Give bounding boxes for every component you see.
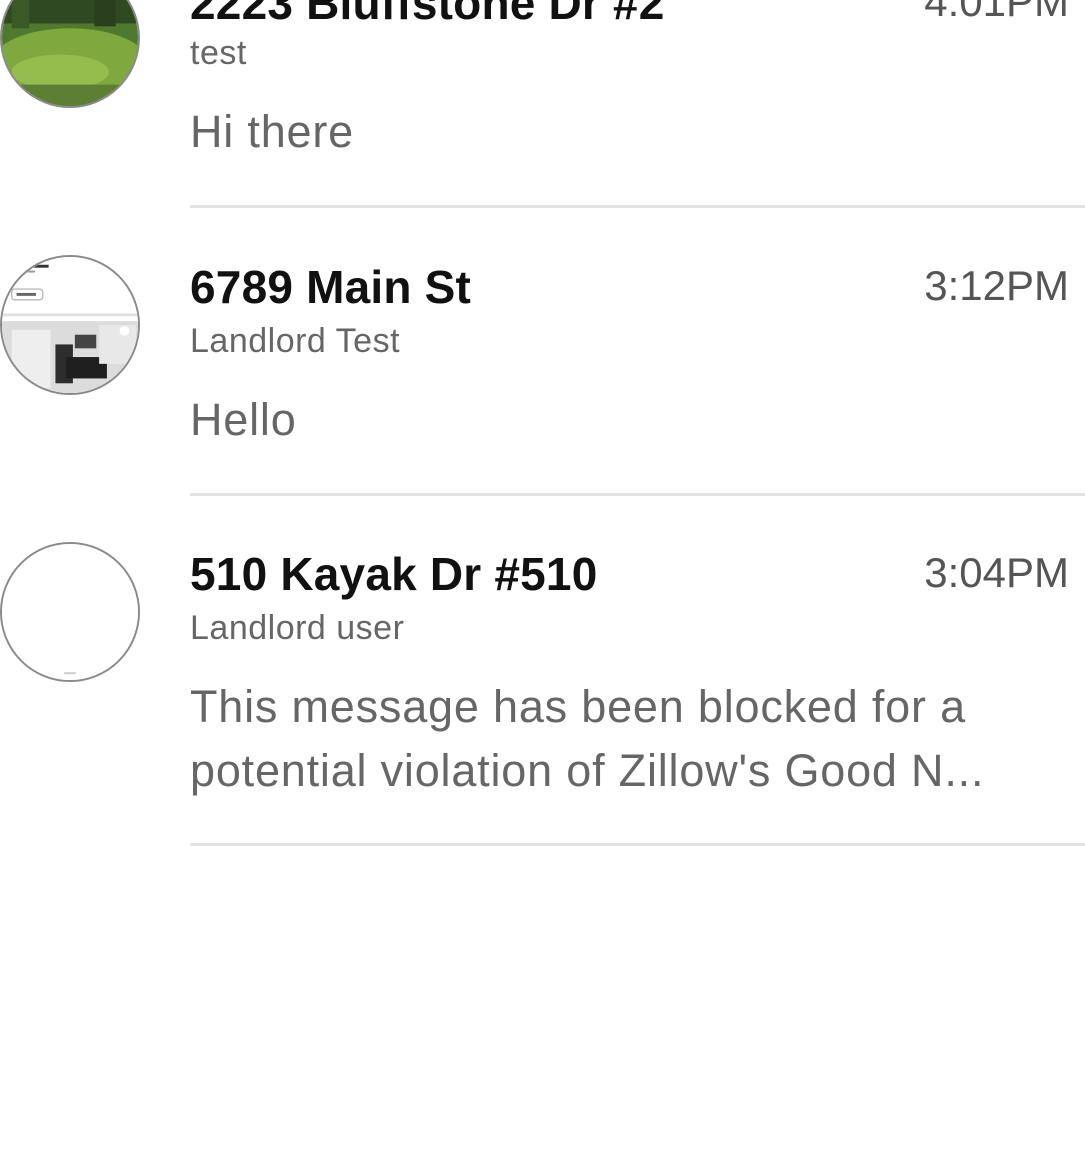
- conversation-sender: Landlord Test: [190, 322, 401, 360]
- conversation-time: 3:04PM: [924, 549, 1069, 596]
- conversation-title: 6789 Main St: [190, 261, 472, 313]
- conversation-time: 4:01PM: [924, 0, 1069, 25]
- conversation-row[interactable]: 2223 Bluffstone Dr #2 4:01PM test Hi the…: [0, 0, 1085, 210]
- conversation-title: 510 Kayak Dr #510: [190, 548, 598, 600]
- conversation-preview: This message has been blocked for a pote…: [190, 681, 985, 796]
- conversation-sender: test: [190, 34, 247, 72]
- conversation-row[interactable]: 6789 Main St 3:12PM Landlord Test Hello: [0, 210, 1085, 497]
- row-divider: [190, 493, 1085, 496]
- conversation-preview: Hello: [190, 394, 297, 445]
- conversation-time: 3:12PM: [924, 262, 1069, 309]
- conversation-row[interactable]: 510 Kayak Dr #510 3:04PM Landlord user T…: [0, 497, 1085, 849]
- property-photo-blank-icon: [0, 542, 140, 682]
- row-divider: [190, 843, 1085, 846]
- conversation-preview: Hi there: [190, 106, 354, 157]
- property-photo-lawn-icon: [0, 0, 140, 108]
- conversation-title: 2223 Bluffstone Dr #2: [190, 0, 665, 29]
- conversation-list: 2223 Bluffstone Dr #2 4:01PM test Hi the…: [0, 0, 1085, 1152]
- conversation-sender: Landlord user: [190, 609, 405, 647]
- property-photo-kitchen-icon: [0, 255, 140, 395]
- row-divider: [190, 205, 1085, 208]
